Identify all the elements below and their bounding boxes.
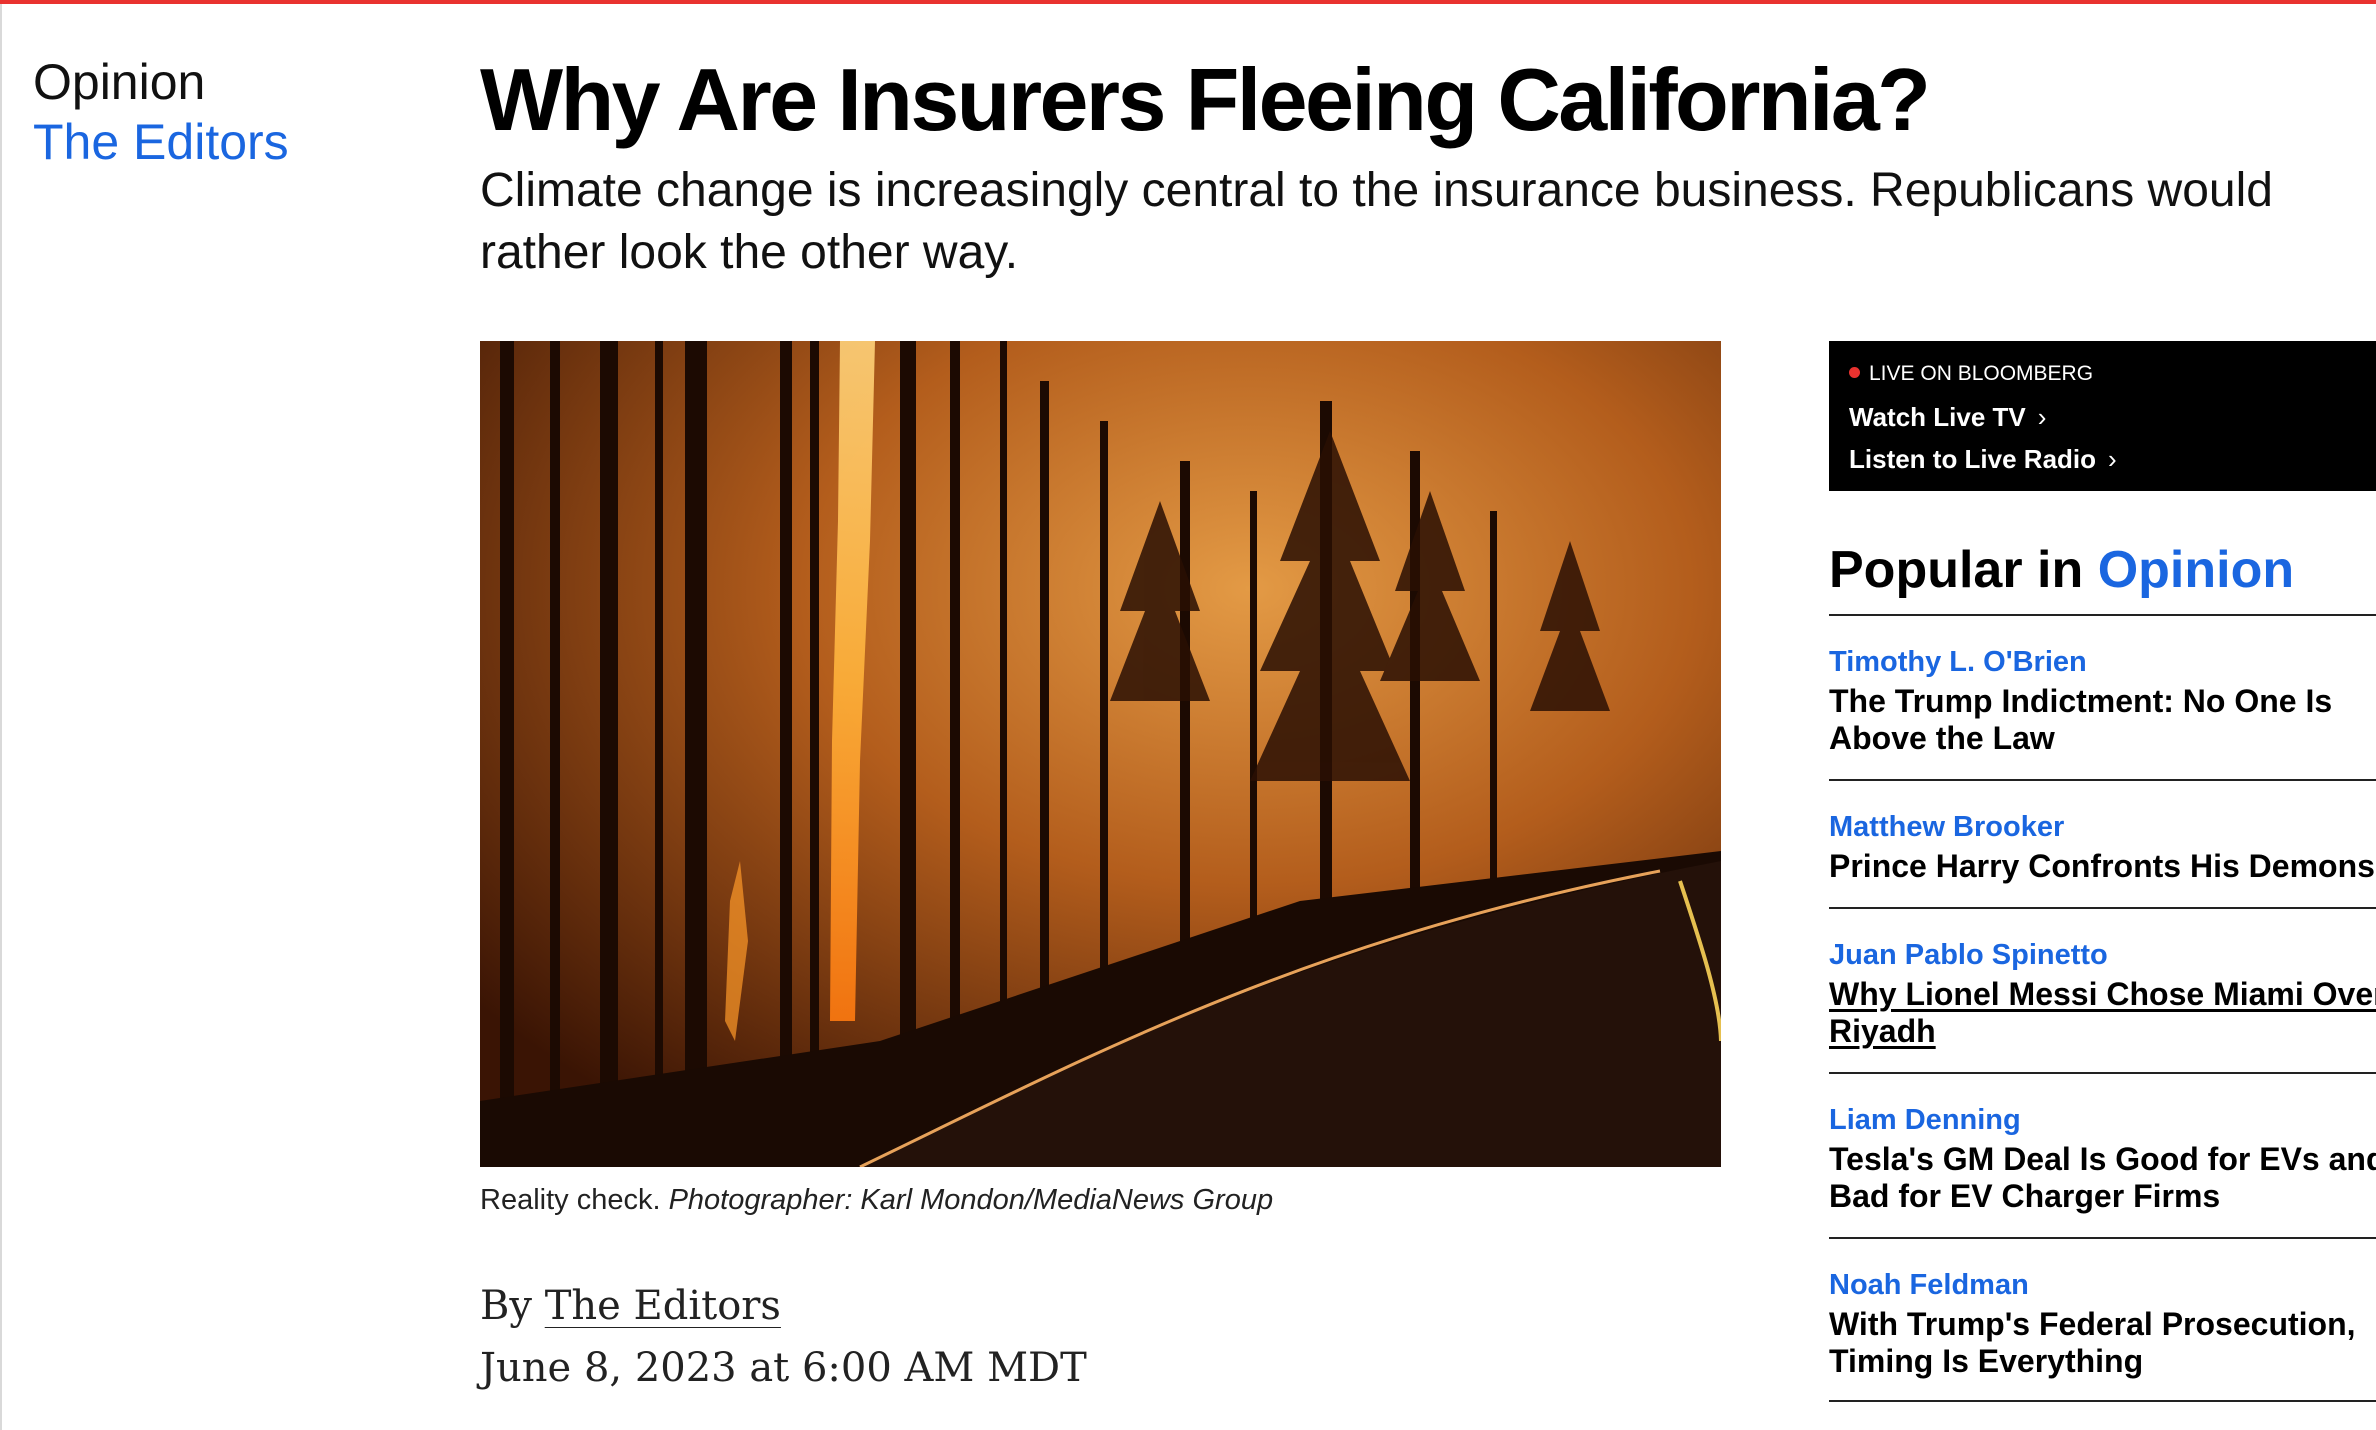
popular-in-opinion-heading: Popular in Opinion — [1829, 538, 2294, 602]
byline-author-link[interactable]: The Editors — [545, 1283, 781, 1329]
popular-item-title[interactable]: Prince Harry Confronts His Demons — [1829, 848, 2376, 885]
popular-item[interactable]: Matthew Brooker Prince Harry Confronts H… — [1829, 779, 2376, 907]
author-link[interactable]: The Editors — [33, 112, 289, 172]
chevron-right-icon: › — [2037, 402, 2047, 432]
popular-item-title[interactable]: Tesla's GM Deal Is Good for EVs and Bad … — [1829, 1141, 2376, 1215]
popular-item-author[interactable]: Noah Feldman — [1829, 1267, 2029, 1303]
wildfire-photo — [480, 341, 1721, 1167]
byline: By The Editors — [480, 1278, 781, 1334]
live-badge: LIVE ON BLOOMBERG — [1849, 359, 2093, 389]
live-on-bloomberg-box: LIVE ON BLOOMBERG Watch Live TV › Listen … — [1829, 341, 2376, 491]
left-border — [0, 4, 2, 1430]
photo-credit: Photographer: Karl Mondon/MediaNews Grou… — [668, 1184, 1274, 1216]
popular-item[interactable]: Noah Feldman With Trump's Federal Prosec… — [1829, 1237, 2376, 1400]
live-dot-icon — [1849, 367, 1860, 378]
top-accent-bar — [0, 0, 2376, 4]
image-caption: Reality check. Photographer: Karl Mondon… — [480, 1182, 1273, 1218]
popular-item-author[interactable]: Liam Denning — [1829, 1102, 2021, 1138]
listen-live-radio-label: Listen to Live Radio — [1849, 444, 2097, 474]
hero-image — [480, 341, 1721, 1167]
popular-list: Timothy L. O'Brien The Trump Indictment:… — [1829, 614, 2376, 1402]
popular-item-title[interactable]: Why Lionel Messi Chose Miami Over Riyadh — [1829, 976, 2376, 1050]
popular-item[interactable]: Liam Denning Tesla's GM Deal Is Good for… — [1829, 1072, 2376, 1237]
chevron-right-icon: › — [2108, 444, 2117, 474]
article-dek: Climate change is increasingly central t… — [480, 164, 2273, 279]
watch-live-tv-label: Watch Live TV — [1849, 402, 2026, 432]
popular-item-title[interactable]: The Trump Indictment: No One Is Above th… — [1829, 683, 2376, 757]
popular-title-prefix: Popular in — [1829, 541, 2084, 599]
byline-prefix: By — [480, 1283, 532, 1329]
listen-live-radio-link[interactable]: Listen to Live Radio › — [1849, 441, 2117, 477]
live-badge-label: LIVE ON BLOOMBERG — [1869, 362, 2094, 385]
popular-list-end-divider — [1829, 1400, 2376, 1402]
article-kicker: Opinion The Editors — [33, 52, 289, 172]
publish-date: June 8, 2023 at 6:00 AM MDT — [480, 1345, 1087, 1391]
popular-item[interactable]: Juan Pablo Spinetto Why Lionel Messi Cho… — [1829, 907, 2376, 1072]
popular-item-author[interactable]: Timothy L. O'Brien — [1829, 644, 2087, 680]
popular-title-accent[interactable]: Opinion — [2098, 541, 2294, 599]
section-label: Opinion — [33, 54, 206, 110]
popular-item-author[interactable]: Matthew Brooker — [1829, 809, 2064, 845]
caption-text: Reality check. — [480, 1184, 661, 1216]
article-headline: Why Are Insurers Fleeing California? — [480, 50, 1931, 149]
popular-item-title[interactable]: With Trump's Federal Prosecution, Timing… — [1829, 1306, 2376, 1380]
watch-live-tv-link[interactable]: Watch Live TV › — [1849, 399, 2046, 435]
popular-item-author[interactable]: Juan Pablo Spinetto — [1829, 937, 2108, 973]
popular-item[interactable]: Timothy L. O'Brien The Trump Indictment:… — [1829, 614, 2376, 779]
